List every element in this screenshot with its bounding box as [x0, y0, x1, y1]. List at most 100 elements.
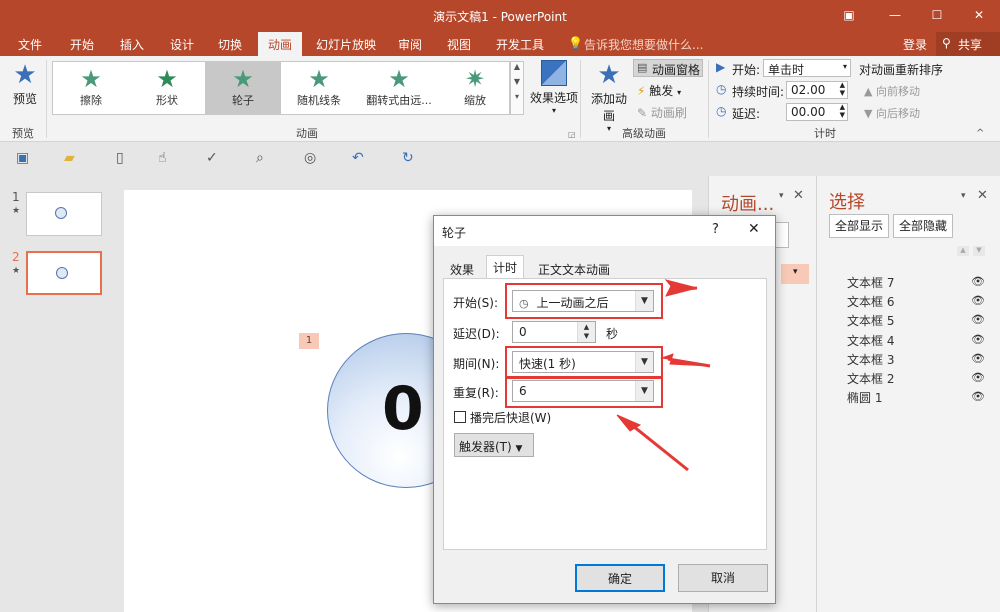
- tab-animations[interactable]: 动画: [258, 32, 303, 56]
- gallery-item-random-bars[interactable]: ★ 随机线条: [281, 62, 357, 114]
- pane-menu-icon[interactable]: ▾: [961, 191, 966, 201]
- minimize-icon[interactable]: —: [884, 4, 906, 26]
- add-animation-button[interactable]: ★ 添加动画 ▾: [586, 60, 632, 133]
- gallery-item-wheel[interactable]: ★ 轮子: [205, 62, 281, 114]
- selection-item[interactable]: 文本框 2: [847, 370, 894, 387]
- collapse-ribbon-icon[interactable]: ^: [976, 128, 984, 139]
- send-backward-icon[interactable]: ▼: [973, 246, 985, 256]
- overlapping-digits[interactable]: 0: [382, 378, 424, 440]
- selection-item[interactable]: 文本框 3: [847, 351, 894, 368]
- animation-order-tag[interactable]: 1: [299, 333, 319, 349]
- move-later-button[interactable]: ▼ 向后移动: [864, 105, 920, 121]
- selection-pane: 选择 ▾ ✕ 全部显示 全部隐藏 ▲ ▼ 文本框 7 👁 文本框 6 👁 文本框…: [816, 176, 1000, 612]
- start-select-value: 单击时: [768, 63, 805, 77]
- spinner-icon[interactable]: ▲ ▼: [840, 81, 845, 97]
- eye-icon[interactable]: 👁: [971, 275, 985, 288]
- tab-developer[interactable]: 开发工具: [496, 36, 544, 53]
- start-select[interactable]: 单击时 ▾: [763, 59, 851, 77]
- dialog-launcher-icon[interactable]: ◲: [568, 130, 576, 139]
- delay-spinner[interactable]: 0 ▲ ▼: [512, 321, 596, 343]
- effect-options-button[interactable]: 效果选项 ▾: [528, 60, 580, 122]
- gallery-item-label: 随机线条: [297, 94, 341, 107]
- maximize-icon[interactable]: ☐: [926, 4, 948, 26]
- tell-me-search[interactable]: 告诉我您想要做什么...: [584, 36, 703, 53]
- touch-mode-icon[interactable]: ☝: [158, 150, 167, 166]
- selection-item[interactable]: 文本框 7: [847, 274, 894, 291]
- login-link[interactable]: 登录: [903, 36, 927, 53]
- selection-item[interactable]: 文本框 4: [847, 332, 894, 349]
- tab-view[interactable]: 视图: [447, 36, 471, 53]
- selection-item[interactable]: 椭圆 1: [847, 389, 882, 406]
- slide-thumbnail[interactable]: [26, 192, 102, 236]
- cancel-button[interactable]: 取消: [678, 564, 768, 592]
- eye-icon[interactable]: 👁: [971, 390, 985, 403]
- share-button[interactable]: ⚲ 共享: [936, 32, 1000, 56]
- trigger-button[interactable]: ⚡ 触发 ▾: [637, 82, 697, 100]
- tab-review[interactable]: 审阅: [398, 36, 422, 53]
- presenter-icon[interactable]: ◎: [304, 150, 316, 166]
- spinner-icon[interactable]: ▲ ▼: [840, 103, 845, 119]
- selection-item[interactable]: 文本框 6: [847, 293, 894, 310]
- ok-button[interactable]: 确定: [575, 564, 665, 592]
- animation-painter-button[interactable]: ✎ 动画刷: [637, 104, 697, 122]
- move-earlier-button[interactable]: ▲ 向前移动: [864, 83, 920, 99]
- eye-icon[interactable]: 👁: [971, 333, 985, 346]
- ribbon-display-icon[interactable]: ▣: [838, 4, 860, 26]
- bring-forward-icon[interactable]: ▲: [957, 246, 969, 256]
- trigger-button[interactable]: 触发器(T) ▼: [454, 433, 534, 457]
- eye-icon[interactable]: 👁: [971, 371, 985, 384]
- duration-input[interactable]: 02.00 ▲ ▼: [786, 81, 848, 99]
- spelling-icon[interactable]: ✓: [206, 150, 218, 166]
- pane-menu-icon[interactable]: ▾: [779, 191, 784, 201]
- close-pane-icon[interactable]: ✕: [793, 188, 804, 203]
- show-all-button[interactable]: 全部显示: [829, 214, 889, 238]
- delay-label: 延迟:: [732, 107, 761, 121]
- slide-thumbnail-selected[interactable]: [26, 251, 102, 295]
- save-icon[interactable]: ▣: [16, 150, 29, 166]
- gallery-more-icon[interactable]: ▾: [511, 92, 523, 101]
- tab-file[interactable]: 文件: [18, 36, 42, 53]
- selection-item[interactable]: 文本框 5: [847, 312, 894, 329]
- spinner-icon[interactable]: ▲ ▼: [577, 322, 595, 342]
- gallery-item-grow-turn[interactable]: ★ 翻转式由远...: [357, 62, 441, 114]
- eye-icon[interactable]: 👁: [971, 352, 985, 365]
- rewind-checkbox[interactable]: [454, 411, 466, 423]
- tab-design[interactable]: 设计: [170, 36, 194, 53]
- redo-icon[interactable]: ↻: [402, 150, 414, 166]
- selection-pane-title: 选择: [829, 192, 865, 213]
- eye-icon[interactable]: 👁: [971, 313, 985, 326]
- group-timing-label: 计时: [814, 127, 836, 140]
- gallery-item-wipe[interactable]: ★ 擦除: [53, 62, 129, 114]
- tab-insert[interactable]: 插入: [120, 36, 144, 53]
- tab-transitions[interactable]: 切换: [218, 36, 242, 53]
- share-label: 共享: [958, 38, 983, 52]
- effect-options-label: 效果选项: [529, 91, 578, 105]
- grow-turn-star-icon: ★: [388, 65, 410, 93]
- hide-all-button[interactable]: 全部隐藏: [893, 214, 953, 238]
- animation-pane-button[interactable]: ▤ 动画窗格: [633, 59, 703, 77]
- animation-list-item[interactable]: ▾: [781, 264, 809, 284]
- gallery-item-shape[interactable]: ★ 形状: [129, 62, 205, 114]
- close-icon[interactable]: ✕: [968, 4, 990, 26]
- help-button[interactable]: ?: [712, 222, 719, 237]
- gallery-scroll[interactable]: ▲ ▼ ▾: [510, 61, 524, 115]
- scroll-up-icon[interactable]: ▲: [511, 62, 523, 71]
- tab-text-animation[interactable]: 正文文本动画: [532, 258, 616, 278]
- tab-slideshow[interactable]: 幻灯片放映: [316, 36, 376, 53]
- preview-button[interactable]: ★ 预览: [8, 60, 42, 114]
- tab-effect[interactable]: 效果: [444, 258, 480, 278]
- print-preview-icon[interactable]: ⌕: [256, 150, 264, 166]
- gallery-item-label: 翻转式由远...: [366, 94, 432, 107]
- tab-home[interactable]: 开始: [70, 36, 94, 53]
- new-document-icon[interactable]: ▯: [116, 150, 124, 166]
- dialog-close-icon[interactable]: ✕: [748, 221, 760, 237]
- open-folder-icon[interactable]: ▰: [64, 150, 75, 166]
- undo-icon[interactable]: ↶: [352, 150, 364, 166]
- delay-input[interactable]: 00.00 ▲ ▼: [786, 103, 848, 121]
- tab-timing[interactable]: 计时: [486, 255, 525, 279]
- eye-icon[interactable]: 👁: [971, 294, 985, 307]
- group-animation-label: 动画: [296, 127, 318, 140]
- scroll-down-icon[interactable]: ▼: [511, 77, 523, 86]
- gallery-item-zoom[interactable]: ✷ 缩放: [437, 62, 513, 114]
- close-pane-icon[interactable]: ✕: [977, 188, 988, 203]
